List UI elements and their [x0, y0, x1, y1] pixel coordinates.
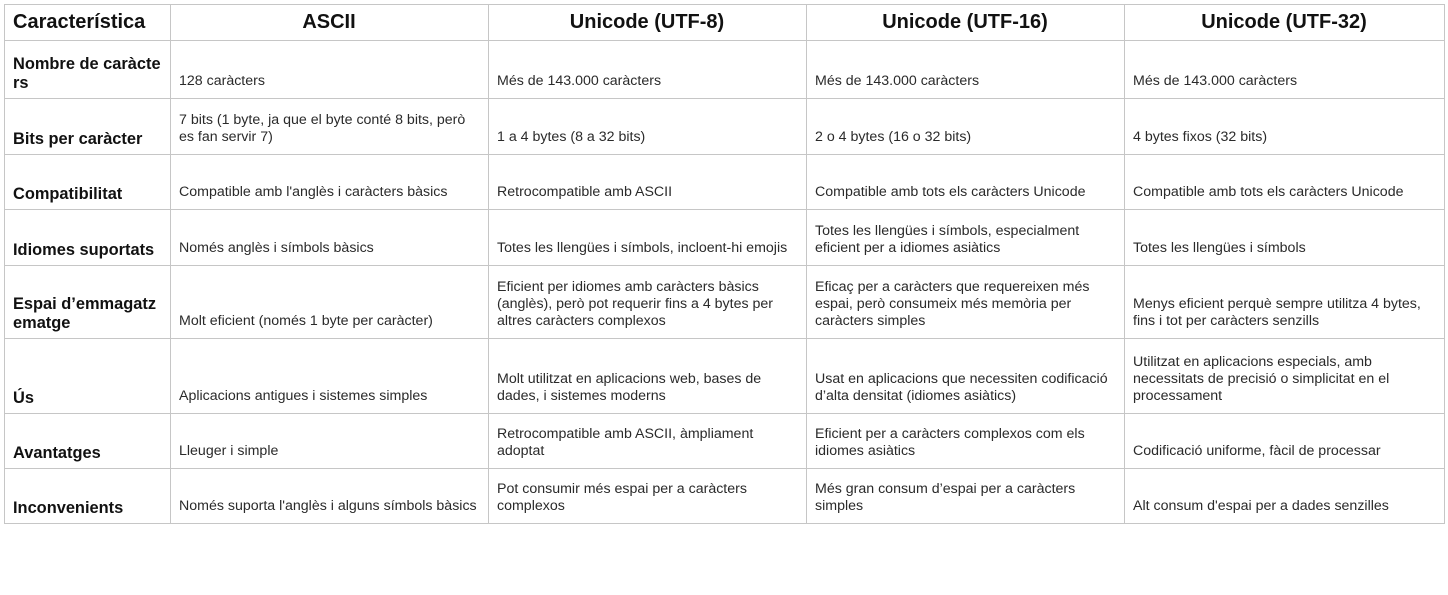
cell-utf32: 4 bytes fixos (32 bits)	[1124, 98, 1445, 155]
row-label: Avantatges	[4, 413, 171, 469]
table-row: Bits per caràcter 7 bits (1 byte, ja que…	[4, 98, 1445, 155]
header-utf16: Unicode (UTF-16)	[806, 4, 1125, 41]
cell-ascii: 7 bits (1 byte, ja que el byte conté 8 b…	[170, 98, 489, 155]
table-row: Nombre de caràcters 128 caràcters Més de…	[4, 40, 1445, 99]
cell-utf8: Retrocompatible amb ASCII	[488, 154, 807, 210]
cell-ascii: Només anglès i símbols bàsics	[170, 209, 489, 266]
cell-ascii: Només suporta l'anglès i alguns símbols …	[170, 468, 489, 524]
header-ascii: ASCII	[170, 4, 489, 41]
cell-utf16: Eficient per a caràcters complexos com e…	[806, 413, 1125, 469]
cell-utf16: Eficaç per a caràcters que requereixen m…	[806, 265, 1125, 339]
header-row: Característica ASCII Unicode (UTF-8) Uni…	[4, 4, 1445, 41]
cell-utf8: Retrocompatible amb ASCII, àmpliament ad…	[488, 413, 807, 469]
row-label: Espai d’emmagatzematge	[4, 265, 171, 339]
cell-utf8: Totes les llengües i símbols, incloent-h…	[488, 209, 807, 266]
cell-utf8: Eficient per idiomes amb caràcters bàsic…	[488, 265, 807, 339]
row-label: Ús	[4, 338, 171, 414]
cell-utf16: Compatible amb tots els caràcters Unicod…	[806, 154, 1125, 210]
cell-utf32: Alt consum d'espai per a dades senzilles	[1124, 468, 1445, 524]
cell-utf32: Utilitzat en aplicacions especials, amb …	[1124, 338, 1445, 414]
table-row: Ús Aplicacions antigues i sistemes simpl…	[4, 338, 1445, 414]
cell-utf32: Menys eficient perquè sempre utilitza 4 …	[1124, 265, 1445, 339]
cell-ascii: Compatible amb l'anglès i caràcters bàsi…	[170, 154, 489, 210]
cell-ascii: Lleuger i simple	[170, 413, 489, 469]
cell-utf16: Més de 143.000 caràcters	[806, 40, 1125, 99]
table-row: Compatibilitat Compatible amb l'anglès i…	[4, 154, 1445, 210]
cell-ascii: Molt eficient (només 1 byte per caràcter…	[170, 265, 489, 339]
cell-utf16: 2 o 4 bytes (16 o 32 bits)	[806, 98, 1125, 155]
row-label: Idiomes suportats	[4, 209, 171, 266]
cell-utf16: Totes les llengües i símbols, especialme…	[806, 209, 1125, 266]
table-row: Idiomes suportats Només anglès i símbols…	[4, 209, 1445, 266]
cell-utf32: Compatible amb tots els caràcters Unicod…	[1124, 154, 1445, 210]
cell-utf32: Totes les llengües i símbols	[1124, 209, 1445, 266]
row-label: Nombre de caràcters	[4, 40, 171, 99]
cell-utf8: Pot consumir més espai per a caràcters c…	[488, 468, 807, 524]
table-row: Avantatges Lleuger i simple Retrocompati…	[4, 413, 1445, 469]
cell-utf8: 1 a 4 bytes (8 a 32 bits)	[488, 98, 807, 155]
cell-ascii: 128 caràcters	[170, 40, 489, 99]
header-utf8: Unicode (UTF-8)	[488, 4, 807, 41]
cell-utf8: Molt utilitzat en aplicacions web, bases…	[488, 338, 807, 414]
table-row: Inconvenients Només suporta l'anglès i a…	[4, 468, 1445, 524]
table-row: Espai d’emmagatzematge Molt eficient (no…	[4, 265, 1445, 339]
row-label: Inconvenients	[4, 468, 171, 524]
row-label: Compatibilitat	[4, 154, 171, 210]
row-label: Bits per caràcter	[4, 98, 171, 155]
cell-utf8: Més de 143.000 caràcters	[488, 40, 807, 99]
cell-utf16: Usat en aplicacions que necessiten codif…	[806, 338, 1125, 414]
cell-ascii: Aplicacions antigues i sistemes simples	[170, 338, 489, 414]
encoding-comparison-table: Característica ASCII Unicode (UTF-8) Uni…	[4, 4, 1445, 524]
header-utf32: Unicode (UTF-32)	[1124, 4, 1445, 41]
cell-utf32: Codificació uniforme, fàcil de processar	[1124, 413, 1445, 469]
cell-utf16: Més gran consum d’espai per a caràcters …	[806, 468, 1125, 524]
cell-utf32: Més de 143.000 caràcters	[1124, 40, 1445, 99]
header-caracteristica: Característica	[4, 4, 171, 41]
